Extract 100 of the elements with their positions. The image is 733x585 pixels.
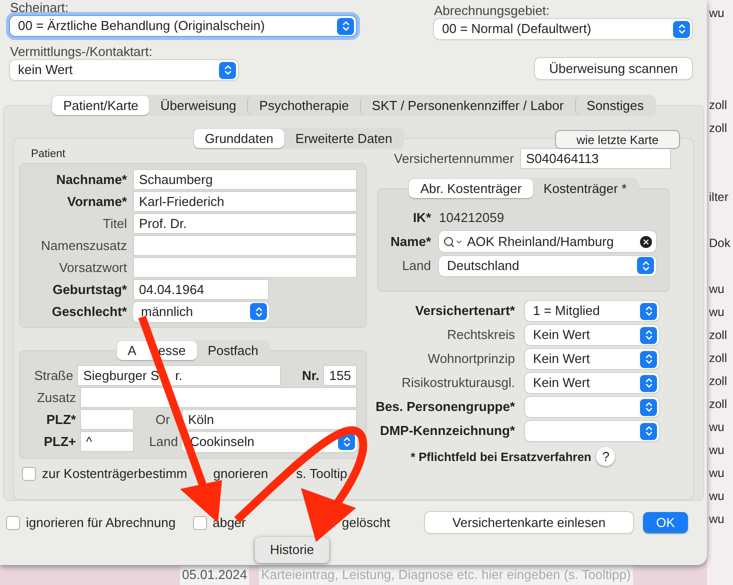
checkbox[interactable]	[6, 516, 20, 530]
clear-icon[interactable]	[640, 236, 652, 248]
tab[interactable]: SKT / Personenkennziffer / Labor	[360, 96, 575, 115]
list-text: wu	[709, 488, 724, 505]
list-text: zoll	[709, 396, 728, 413]
help-button[interactable]: ?	[596, 447, 616, 466]
field-label: Name*	[390, 232, 431, 251]
list-text: wu	[709, 442, 724, 459]
list-text: Dok	[709, 235, 730, 252]
input-field[interactable]: Köln	[182, 409, 357, 430]
list-text: ilter	[709, 189, 728, 206]
field-label: Land	[402, 256, 431, 275]
field-label: Geburtstag*	[52, 280, 127, 299]
checkbox-label: s. Tooltip	[296, 465, 348, 483]
input-field[interactable]: Siegburger S r.	[77, 365, 282, 386]
scan-referral-button[interactable]: Überweisung scannen	[535, 58, 692, 79]
list-text: wu	[709, 5, 724, 22]
dropdown[interactable]: 1 = Mitglied	[525, 301, 659, 321]
field-label: PLZ+	[44, 432, 76, 451]
stepper-icon	[673, 20, 690, 38]
field-label: Vermittlungs-/Kontaktart:	[10, 44, 154, 59]
tab[interactable]: Überweisung	[149, 96, 248, 115]
list-text: zoll	[709, 327, 728, 344]
field-label: Abrechnungsgebiet:	[434, 3, 551, 18]
tab[interactable]: Patient/Karte	[52, 96, 150, 115]
list-text: wu	[709, 511, 724, 528]
field-label: Vorname*	[67, 192, 127, 211]
checkbox-label: gnorieren	[213, 465, 268, 483]
dropdown[interactable]: Kein Wert	[525, 349, 659, 369]
stepper-icon	[640, 350, 657, 368]
field-label: Nr.	[302, 366, 320, 385]
field-label: Risikostrukturausgl.	[402, 374, 515, 392]
dropdown[interactable]: 00 = Ärztliche Behandlung (Originalschein)	[10, 16, 356, 36]
checkbox-label: ignorieren für Abrechnung	[26, 514, 176, 532]
search-field[interactable]: AOK Rheinland/Hamburg	[439, 231, 656, 252]
dropdown[interactable]: kein Wert	[10, 60, 238, 80]
read-card-button[interactable]: Versichertenkarte einlesen	[425, 512, 633, 533]
field-label: IK*	[412, 209, 431, 228]
field-label: Versichertenart*	[415, 302, 515, 320]
tab[interactable]: Postfach	[196, 341, 270, 360]
tab[interactable]: Abr. Kostenträger	[409, 179, 533, 198]
list-text: zoll	[709, 373, 728, 390]
input-field[interactable]: ^	[80, 431, 134, 452]
field-label: Straße	[34, 366, 74, 385]
field-label: Vorsatzwort	[59, 258, 127, 277]
dropdown[interactable]	[525, 421, 659, 441]
list-text: wu	[709, 281, 724, 298]
date-field[interactable]: 05.01.2024	[180, 565, 250, 585]
dropdown[interactable]: 00 = Normal (Defaultwert)	[434, 19, 692, 39]
tab[interactable]: Erweiterte Daten	[284, 129, 404, 148]
input-field[interactable]: S040464113	[520, 148, 671, 169]
input-field[interactable]: Karl-Friederich	[133, 191, 357, 212]
field-label: Nachname*	[56, 170, 127, 189]
copy-last-card-button[interactable]: wie letzte Karte	[556, 131, 679, 148]
tab[interactable]: Kostenträger *	[532, 179, 638, 198]
input-field[interactable]	[133, 235, 357, 256]
stepper-icon	[250, 303, 267, 320]
input-field[interactable]	[80, 387, 357, 408]
ok-button[interactable]: OK	[643, 512, 688, 533]
field-label: Wohnortprinzip	[428, 350, 515, 368]
stepper-icon	[219, 62, 236, 78]
field-label: Scheinart:	[10, 0, 70, 15]
checkbox-label: zur Kostenträgerbestimm	[42, 465, 188, 483]
list-text: zoll	[709, 350, 728, 367]
input-field[interactable]: Schaumberg	[133, 169, 357, 190]
search-icon	[443, 236, 463, 248]
checkbox[interactable]	[22, 466, 36, 481]
tab[interactable]: Psychotherapie	[247, 96, 360, 115]
dropdown[interactable]: Deutschland	[439, 256, 656, 276]
stepper-icon	[640, 422, 657, 440]
checkbox-label: gelöscht	[342, 514, 390, 532]
ik-number: 104212059	[439, 209, 504, 228]
list-text: zoll	[709, 97, 728, 114]
dropdown[interactable]: Kein Wert	[525, 373, 659, 393]
field-label: Zusatz	[36, 388, 76, 407]
field-label: Bes. Personengruppe*	[376, 398, 515, 416]
dropdown[interactable]	[525, 397, 659, 417]
history-tooltip: Historie	[255, 537, 329, 563]
stepper-icon	[640, 302, 657, 320]
field-label: DMP-Kennzeichnung*	[380, 422, 515, 440]
dropdown[interactable]: männlich	[133, 302, 269, 322]
input-field[interactable]	[80, 409, 134, 430]
stepper-icon	[640, 326, 657, 344]
list-text: wu	[709, 304, 724, 321]
stepper-icon	[640, 374, 657, 392]
group-title: Patient	[31, 148, 66, 161]
field-label: Rechtskreis	[447, 326, 515, 344]
input-field[interactable]: 04.04.1964	[133, 279, 269, 300]
tab[interactable]: Grunddaten	[194, 129, 284, 148]
stepper-icon	[640, 398, 657, 416]
list-text: wu	[709, 465, 724, 482]
required-note: * Pflichtfeld bei Ersatzverfahren	[410, 448, 592, 466]
input-field[interactable]: 155	[323, 365, 357, 386]
checkbox[interactable]	[192, 516, 207, 530]
list-text: wu	[709, 419, 724, 436]
input-field[interactable]: Prof. Dr.	[133, 213, 357, 234]
field-label: Versichertennummer	[394, 150, 514, 168]
input-field[interactable]	[133, 257, 357, 278]
dropdown[interactable]: Kein Wert	[525, 325, 659, 345]
stepper-icon	[637, 257, 654, 274]
